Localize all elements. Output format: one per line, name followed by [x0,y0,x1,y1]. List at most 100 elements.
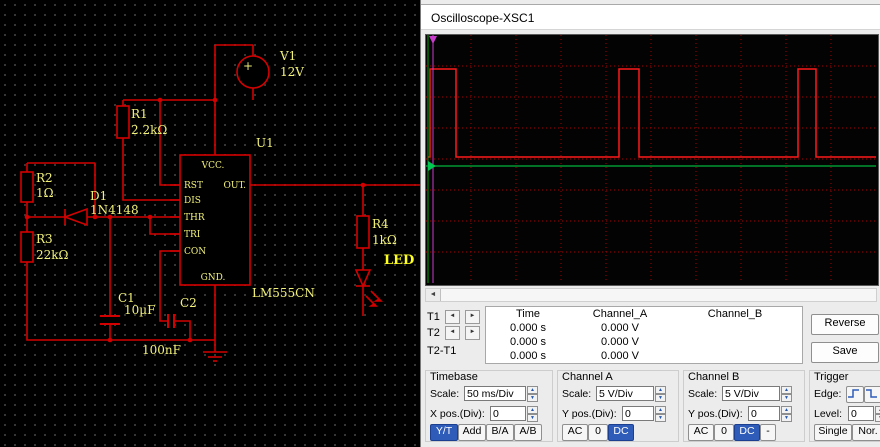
trigger-single-button[interactable]: Single [814,424,852,441]
r4-value-label: 1kΩ [372,233,397,247]
pin-tri-label: TRI [184,230,201,240]
add-mode-button[interactable]: Add [458,424,486,441]
t1-left-arrow-button[interactable]: ◄ [444,310,460,325]
yt-mode-button[interactable]: Y/T [430,424,458,441]
timebase-scale-input[interactable] [464,386,526,401]
component-led[interactable] [354,269,383,307]
d1-ref-label: D1 [90,189,107,203]
channel-b-scale-label: Scale: [688,388,718,400]
t2t1-chb-value [670,349,800,363]
channel-a-ypos-stepper[interactable]: ▲ ▼ [655,406,666,422]
pin-dis-label: DIS [184,196,201,206]
channel-a-dc-button[interactable]: DC [608,424,634,441]
junction [107,337,113,343]
component-v1-source[interactable]: + [236,55,270,89]
reverse-button[interactable]: Reverse [811,314,879,335]
scope-scrollbar[interactable]: ◄ [425,288,877,302]
pin-rst-label: RST [184,181,203,191]
trigger-level-input[interactable] [848,406,874,421]
pin-out-label: OUT. [223,181,246,191]
scope-graticule [426,35,876,283]
r3-ref-label: R3 [36,232,53,246]
t1-chb-value [670,321,800,335]
save-button[interactable]: Save [811,342,879,363]
readout-table: Time Channel_A Channel_B 0.000 s 0.000 V… [485,306,803,364]
channel-a-scale-label: Scale: [562,388,592,400]
ground-symbol [203,351,227,362]
component-r3-resistor[interactable] [20,231,34,263]
junction [157,97,163,103]
channel-a-scale-stepper[interactable]: ▲ ▼ [655,386,666,402]
channel-a-zero-button[interactable]: 0 [588,424,608,441]
t2-chb-value [670,335,800,349]
channel-b-scale-stepper[interactable]: ▲ ▼ [781,386,792,402]
junction [360,182,366,188]
component-r1-resistor[interactable] [116,105,130,139]
u1-ref-label: U1 [256,136,274,150]
c1-value-label: 10µF [124,303,155,317]
r1-ref-label: R1 [131,107,148,121]
col-header-channel-b: Channel_B [707,308,763,320]
t2-left-arrow-button[interactable]: ◄ [444,326,460,341]
pin-con-label: CON [184,247,206,257]
channel-a-ypos-input[interactable] [622,406,654,421]
junction [187,337,193,343]
channel-b-ac-button[interactable]: AC [688,424,714,441]
d1-value-label: 1N4148 [90,203,139,217]
cursor-t1-handle[interactable] [429,36,437,44]
component-r2-resistor[interactable] [20,171,34,203]
channel-b-dc-button[interactable]: DC [734,424,760,441]
r4-ref-label: R4 [372,217,389,231]
u1-value-label: LM555CN [252,286,315,300]
grid-lines [426,35,876,283]
channel-b-zero-button[interactable]: 0 [714,424,734,441]
timebase-scale-stepper[interactable]: ▲ ▼ [527,386,538,402]
r3-value-label: 22kΩ [36,248,69,262]
channel-a-scale-input[interactable] [596,386,654,401]
trigger-normal-button[interactable]: Nor. [852,424,880,441]
channel-a-ypos-label: Y pos.(Div): [562,408,617,420]
cursor-row-t2: T2 ◄ ► [427,326,480,341]
t2-right-arrow-button[interactable]: ► [464,326,480,341]
channel-b-zero-marker[interactable] [428,161,436,171]
r2-ref-label: R2 [36,171,53,185]
channel-b-ypos-stepper[interactable]: ▲ ▼ [781,406,792,422]
channel-a-trace [428,68,876,158]
component-u1-555-ic[interactable] [170,154,251,286]
t2-time-value: 0.000 s [509,336,547,348]
channel-b-invert-button[interactable]: - [760,424,776,441]
schematic-canvas: + V1 12V R1 2.2kΩ R2 1Ω R3 22kΩ D1 1N414… [0,0,420,447]
junction [212,97,218,103]
col-header-channel-a: Channel_A [592,308,648,320]
component-c1-capacitor[interactable] [100,315,120,325]
cursor-row-t2-t1: T2-T1 [427,344,456,358]
c2-value-label: 100nF [142,343,181,357]
t1-right-arrow-button[interactable]: ► [464,310,480,325]
channel-b-ypos-input[interactable] [748,406,780,421]
timebase-xpos-label: X pos.(Div): [430,408,485,420]
channel-b-scale-input[interactable] [722,386,780,401]
circuit-schematic: + V1 12V R1 2.2kΩ R2 1Ω R3 22kΩ D1 1N414… [20,44,420,362]
ab-mode-button[interactable]: A/B [514,424,542,441]
falling-edge-icon [866,389,877,398]
v1-value-label: 12V [280,65,304,79]
component-c2-capacitor[interactable] [167,314,175,328]
r2-value-label: 1Ω [36,186,54,200]
v1-plus-sign: + [243,59,253,73]
trigger-level-stepper[interactable]: ▲▼ [875,406,880,422]
r1-value-label: 2.2kΩ [131,123,167,137]
timebase-title: Timebase [430,371,478,383]
trigger-level-label: Level: [814,408,843,420]
ba-mode-button[interactable]: B/A [486,424,514,441]
window-title[interactable]: Oscilloscope-XSC1 [421,4,880,30]
scroll-left-arrow[interactable]: ◄ [426,289,441,301]
timebase-xpos-stepper[interactable]: ▲ ▼ [527,406,538,422]
component-r4-resistor[interactable] [356,215,370,249]
t2-label: T2 [427,327,440,339]
t2t1-time-value: 0.000 s [509,350,547,362]
channel-a-ac-button[interactable]: AC [562,424,588,441]
rising-edge-button[interactable] [846,386,864,403]
component-d1-diode[interactable] [62,207,88,227]
falling-edge-button[interactable] [864,386,880,403]
timebase-xpos-input[interactable] [490,406,526,421]
